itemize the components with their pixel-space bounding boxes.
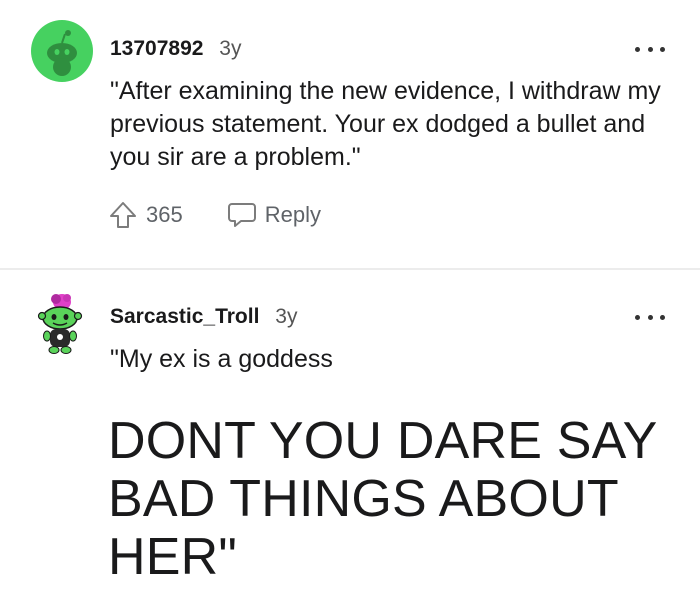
username[interactable]: Sarcastic_Troll	[110, 305, 259, 328]
reply-label: Reply	[264, 202, 321, 227]
upvote-button[interactable]: 365	[108, 200, 183, 230]
comment: 13707892 3y "After examining the new evi…	[0, 0, 700, 268]
reply-bubble-icon	[227, 203, 256, 227]
comment-meta: Sarcastic_Troll 3y	[110, 305, 297, 329]
comment-age: 3y	[219, 37, 242, 60]
comment-meta: 13707892 3y	[110, 37, 241, 61]
user-avatar[interactable]	[36, 292, 86, 356]
comment-actions: 365 Reply	[108, 198, 321, 232]
upvote-arrow-icon	[110, 202, 136, 228]
vote-count: 365	[146, 202, 183, 227]
reddit-snoo-avatar-icon	[31, 20, 93, 82]
comment-age: 3y	[275, 305, 298, 328]
comment-body: "After examining the new evidence, I wit…	[110, 77, 661, 171]
comment-body-heading: DONT YOU DARE SAY BAD THINGS ABOUT HER"	[108, 412, 657, 586]
user-avatar[interactable]	[31, 20, 93, 82]
username[interactable]: 13707892	[110, 37, 203, 60]
custom-snoo-avatar-icon	[37, 294, 83, 354]
more-options-icon[interactable]	[635, 44, 665, 54]
comment-body-line: "My ex is a goddess	[110, 345, 333, 373]
reply-button[interactable]: Reply	[227, 201, 321, 229]
more-options-icon[interactable]	[635, 312, 665, 322]
comment: Sarcastic_Troll 3y "My ex is a goddess D…	[0, 270, 700, 609]
